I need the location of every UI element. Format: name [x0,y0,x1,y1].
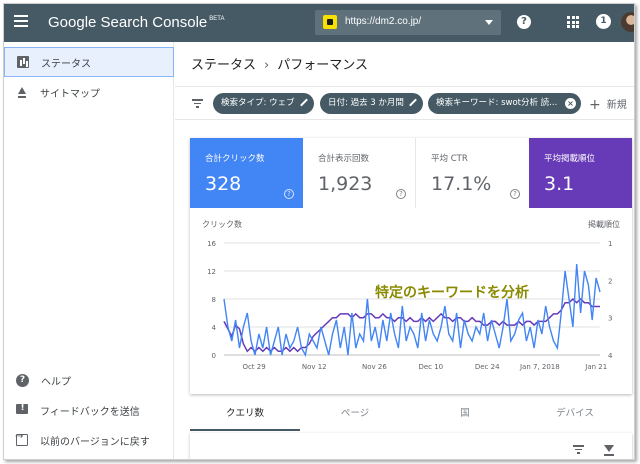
metric-value: 17.1% [431,173,492,195]
edit-pencil-icon[interactable] [409,99,417,107]
metric-average-ctr[interactable]: 平均 CTR 17.1% ? [416,138,529,208]
y-axis-label: クリック数 [202,219,242,229]
edit-pencil-icon[interactable] [300,99,308,107]
metric-value: 1,923 [318,173,373,195]
x-tick-label: Oct 29 [242,363,265,371]
filter-icon[interactable] [192,99,203,108]
beta-badge: BETA [209,16,225,22]
x-tick-label: Nov 26 [362,363,387,371]
sidebar-item-help[interactable]: ? ヘルプ [4,365,174,395]
performance-card: 合計クリック数 328 ? 合計表示回数 1,923 ? 平均 CTR 17.1… [190,138,632,394]
help-icon[interactable]: ? [517,15,531,29]
filter-chip-date[interactable]: 日付: 過去 3 か月間 [320,93,423,114]
new-filter-label: 新規 [606,100,627,111]
help-circle-icon: ? [16,373,29,387]
metric-average-position[interactable]: 平均掲載順位 3.1 [529,138,632,208]
metric-label: 合計表示回数 [318,154,370,164]
metric-total-clicks[interactable]: 合計クリック数 328 ? [190,138,303,208]
tab-countries[interactable]: 国 [410,401,520,431]
help-icon[interactable]: ? [510,189,520,199]
chart-annotation: 特定のキーワードを分析 [375,284,529,301]
breadcrumb: ステータス › パフォーマンス [191,54,368,73]
tab-pages[interactable]: ページ [300,401,410,431]
avatar[interactable] [621,12,634,32]
chevron-down-icon [485,20,493,25]
filter-rows-icon[interactable] [573,445,584,454]
sidebar-item-label: ステータス [41,58,91,70]
app-title: Google Search Console [48,14,208,31]
results-table-header [190,433,632,459]
filter-chip-search-type[interactable]: 検索タイプ: ウェブ [213,93,314,114]
metric-value: 3.1 [544,173,575,195]
y-tick-label: 0 [212,352,216,360]
help-icon[interactable]: ? [396,189,406,199]
property-favicon-icon [323,15,337,29]
sidebar-item-label: ヘルプ [41,376,71,388]
new-filter-button[interactable]: + 新規 [589,96,627,113]
download-icon[interactable] [603,443,615,456]
metric-label: 平均 CTR [431,154,468,164]
metric-total-impressions[interactable]: 合計表示回数 1,923 ? [303,138,416,208]
filter-chip-label: 日付: 過去 3 か月間 [328,98,404,108]
menu-icon[interactable] [14,15,28,29]
breadcrumb-parent[interactable]: ステータス [191,58,256,73]
upload-icon [16,86,28,98]
x-tick-label: Jan 21 [584,363,607,371]
x-tick-label: Jan 7, 2018 [519,363,560,371]
filter-chip-query[interactable]: 検索キーワード: swot分析 読... × [428,93,581,114]
screenshot-frame: Google Search Console BETA https://dm2.co… [3,3,635,460]
apps-grid-icon[interactable] [567,16,579,28]
bar-chart-icon [17,56,29,68]
y2-tick-label: 1 [608,240,612,248]
y-tick-label: 12 [207,268,216,276]
sidebar: ステータス サイトマップ ? ヘルプ フィードバックを送信 以前のバージョンに戻… [4,42,174,459]
x-tick-label: Dec 24 [475,363,500,371]
notification-badge[interactable]: 1 [596,14,611,29]
top-app-bar: Google Search Console BETA https://dm2.co… [4,4,634,42]
sidebar-item-label: フィードバックを送信 [40,406,140,418]
y2-tick-label: 3 [608,315,612,323]
filter-bar: 検索タイプ: ウェブ 日付: 過去 3 か月間 検索キーワード: swot分析 … [175,86,634,120]
filter-chip-label: 検索タイプ: ウェブ [221,98,295,108]
sidebar-item-label: サイトマップ [40,88,100,100]
filter-chip-label: 検索キーワード: swot分析 読... [436,98,558,108]
sidebar-item-feedback[interactable]: フィードバックを送信 [4,395,174,425]
sidebar-item-label: 以前のバージョンに戻す [40,436,150,448]
close-icon[interactable]: × [565,98,576,109]
page-title: パフォーマンス [277,58,368,73]
series-line-clicks [223,263,601,358]
metric-label: 合計クリック数 [205,154,265,164]
x-tick-label: Nov 12 [302,363,327,371]
y2-axis-label: 掲載順位 [588,219,620,229]
y-tick-label: 8 [212,296,216,304]
x-tick-label: Dec 10 [418,363,443,371]
sidebar-item-sitemap[interactable]: サイトマップ [4,77,174,107]
tab-queries[interactable]: クエリ数 [190,401,300,431]
sidebar-item-old-version[interactable]: 以前のバージョンに戻す [4,425,174,455]
y-tick-label: 4 [212,324,217,332]
property-selector[interactable]: https://dm2.co.jp/ [315,10,501,35]
metric-label: 平均掲載順位 [544,154,596,164]
y2-tick-label: 2 [608,277,612,285]
feedback-icon [16,403,28,416]
help-icon[interactable]: ? [284,189,294,199]
tab-devices[interactable]: デバイス [520,401,630,431]
main-content: ステータス › パフォーマンス 検索タイプ: ウェブ 日付: 過去 3 か月間 検索… [175,42,634,459]
exit-icon [15,431,28,446]
performance-chart: クリック数 掲載順位 1612840 1234 Oct 29 Nov 12 Nov … [202,219,620,371]
metric-value: 328 [205,173,242,195]
breadcrumb-separator: › [264,58,270,73]
plus-icon: + [589,97,601,113]
app-logo[interactable]: Google Search Console BETA [48,14,225,31]
sidebar-item-status[interactable]: ステータス [4,47,174,77]
property-url: https://dm2.co.jp/ [345,16,422,27]
y-tick-label: 16 [207,240,216,248]
y2-tick-label: 4 [608,352,613,360]
dimension-tabs: クエリ数 ページ 国 デバイス [190,401,632,431]
